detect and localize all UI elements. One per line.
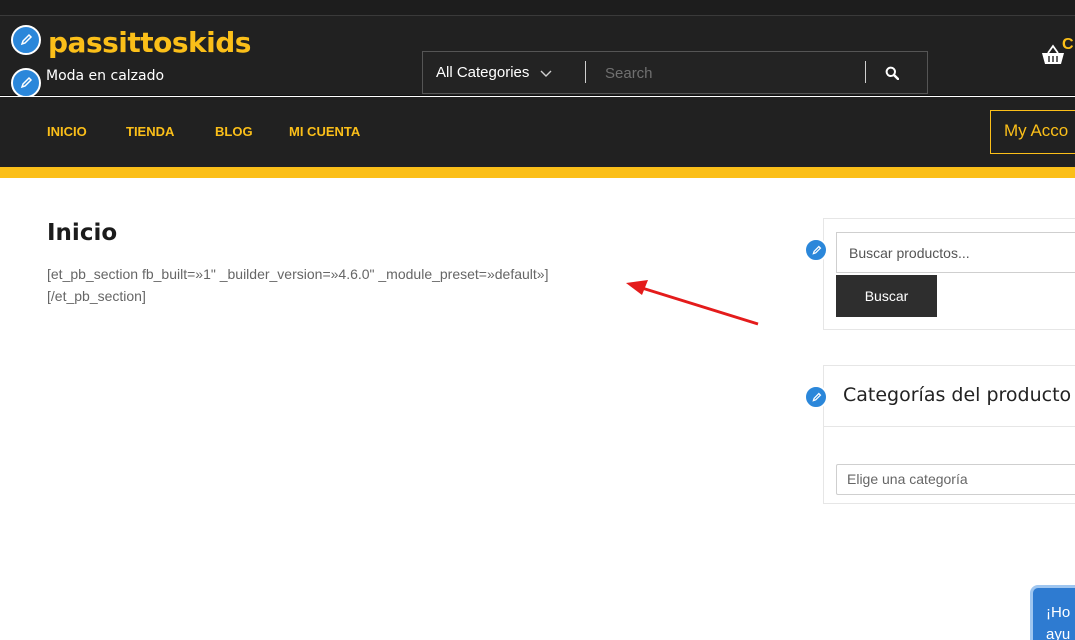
site-tagline: Moda en calzado	[46, 68, 165, 84]
category-dropdown[interactable]: Elige una categoría	[836, 464, 1075, 495]
edit-pencil-icon[interactable]	[804, 385, 828, 409]
widget-title: Categorías del producto	[843, 384, 1072, 406]
chevron-down-icon	[540, 70, 552, 77]
shortcode-line: [et_pb_section fb_built=»1" _builder_ver…	[47, 266, 549, 282]
search-button[interactable]	[881, 62, 903, 84]
nav-item-inicio[interactable]: INICIO	[47, 124, 87, 139]
nav-item-mi-cuenta[interactable]: MI CUENTA	[289, 124, 360, 139]
divider	[865, 61, 866, 83]
chat-text: ¡Ho	[1046, 604, 1071, 621]
buscar-button[interactable]: Buscar	[836, 275, 937, 317]
search-icon	[885, 66, 899, 80]
red-arrow-annotation	[626, 280, 759, 326]
cart-badge: C	[1062, 36, 1074, 53]
nav-item-tienda[interactable]: TIENDA	[126, 124, 174, 139]
accent-stripe	[0, 167, 1075, 178]
chat-widget[interactable]: ¡Ho ayu	[1030, 585, 1075, 640]
product-search-input[interactable]	[836, 232, 1075, 273]
chat-text: ayu	[1046, 626, 1071, 640]
edit-pencil-icon[interactable]	[804, 238, 828, 262]
divider	[823, 426, 1075, 427]
nav-item-blog[interactable]: BLOG	[215, 124, 253, 139]
my-account-button[interactable]: My Acco	[990, 110, 1075, 154]
page-title: Inicio	[47, 220, 118, 246]
top-bar	[0, 0, 1075, 16]
category-select[interactable]: All Categories	[436, 52, 553, 93]
main-navigation: INICIO TIENDA BLOG MI CUENTA My Acco	[0, 97, 1075, 167]
category-select-label: All Categories	[436, 64, 530, 81]
edit-pencil-icon[interactable]	[11, 68, 41, 98]
edit-pencil-icon[interactable]	[11, 25, 41, 55]
divider	[585, 61, 586, 83]
shortcode-line: [/et_pb_section]	[47, 288, 146, 304]
product-search-bar: All Categories	[422, 51, 928, 94]
search-input[interactable]	[599, 58, 854, 88]
site-logo[interactable]: passittoskids	[48, 26, 251, 59]
site-header: passittoskids Moda en calzado All Catego…	[0, 16, 1075, 96]
shortcode-text: [et_pb_section fb_built=»1" _builder_ver…	[47, 263, 647, 307]
